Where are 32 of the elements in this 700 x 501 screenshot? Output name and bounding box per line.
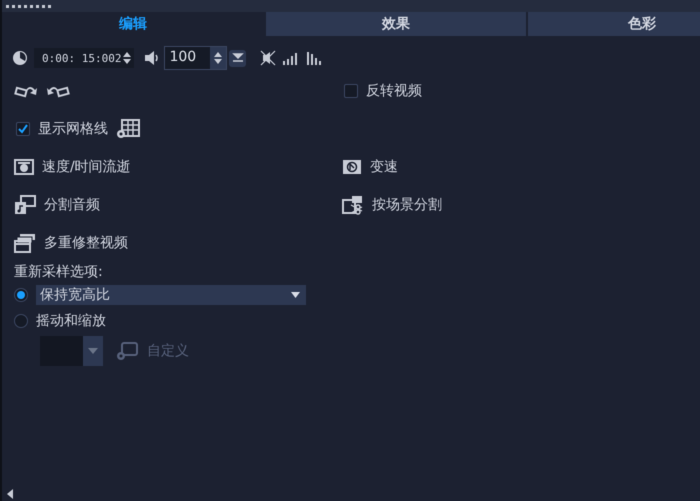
clock-icon (12, 50, 28, 66)
caret-icon (291, 292, 300, 298)
checkbox[interactable] (344, 84, 358, 98)
action-button[interactable]: 多重修整视频 (14, 233, 128, 253)
radio-label: 摇动和缩放 (36, 312, 106, 330)
action-button[interactable]: 速度/时间流逝 (14, 158, 131, 176)
mute-icon[interactable] (260, 50, 276, 66)
scissors-icon (342, 195, 364, 215)
gear-screen-icon (115, 341, 139, 361)
speaker-icon[interactable] (144, 50, 160, 66)
caret-icon (88, 348, 98, 354)
spinner-icon[interactable] (123, 51, 132, 65)
timecode-field[interactable]: 0:00: 15:002 (34, 48, 134, 68)
action-button[interactable]: 按场景分割 (342, 195, 442, 215)
action-button[interactable]: 分割音频 (14, 195, 100, 215)
action-button[interactable]: 变速 (342, 158, 398, 176)
spinner-icon[interactable] (214, 51, 222, 65)
volume-field[interactable]: 100 (164, 46, 228, 70)
dropdown-button[interactable] (229, 50, 246, 66)
radio-button[interactable] (14, 288, 28, 302)
collapse-arrow-icon[interactable] (7, 489, 13, 499)
tab[interactable]: 色彩 (528, 12, 700, 36)
radio-button[interactable] (14, 314, 28, 328)
checkbox-label: 显示网格线 (38, 120, 108, 138)
checkbox[interactable] (16, 122, 30, 136)
grid-settings-icon[interactable] (116, 119, 140, 139)
music-note-icon (14, 195, 36, 215)
tab[interactable]: 效果 (266, 12, 526, 36)
section-label: 重新采样选项: (14, 263, 104, 282)
checkbox-label: 反转视频 (366, 82, 422, 100)
film-stack-icon (14, 233, 36, 253)
dropdown[interactable]: 保持宽高比 (36, 285, 306, 305)
